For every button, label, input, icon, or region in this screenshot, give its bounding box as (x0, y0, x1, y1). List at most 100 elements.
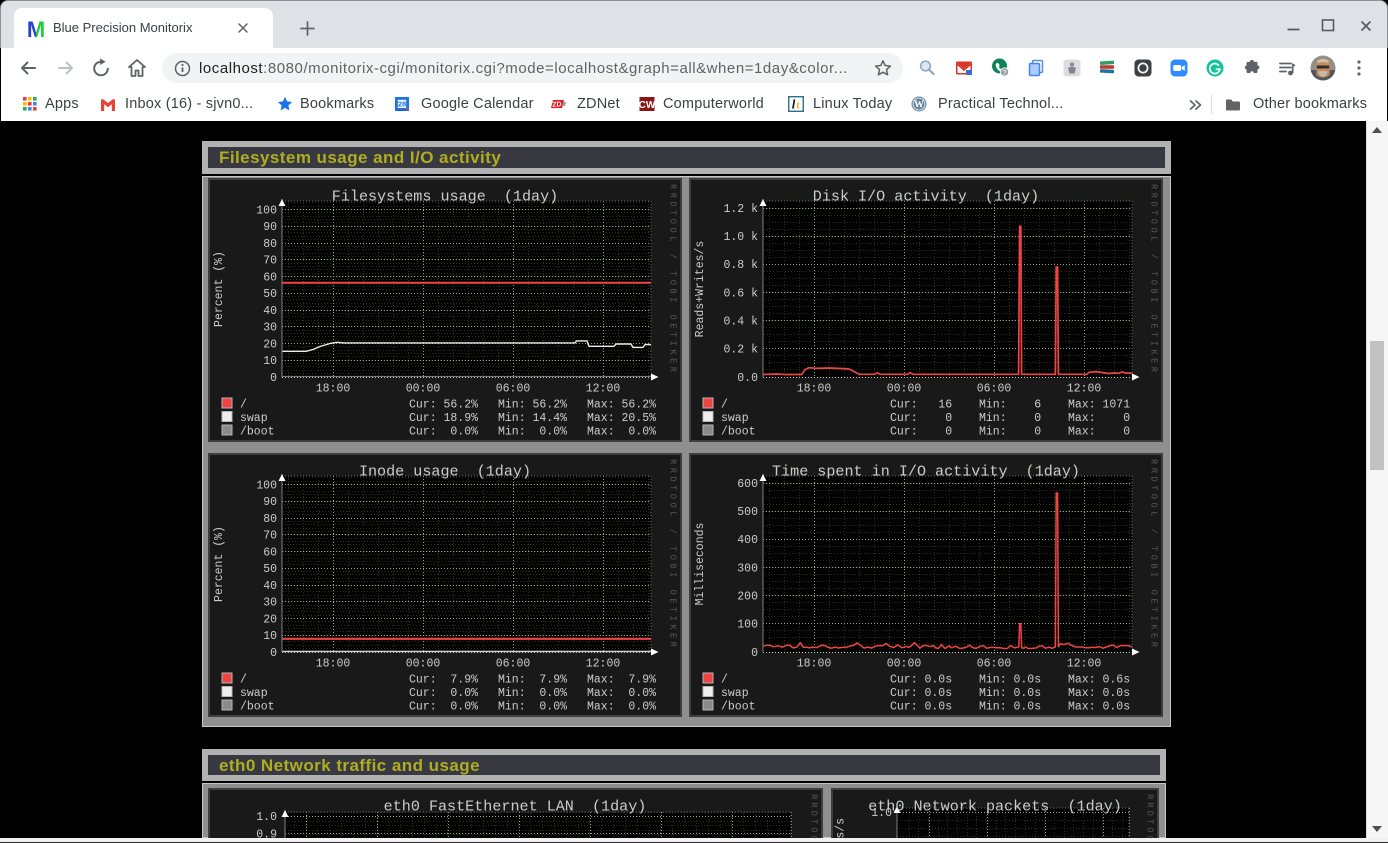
svg-text:Min: 6: Min: 6 (979, 398, 1041, 411)
svg-text:t: t (796, 100, 800, 112)
svg-text:Min: 0.0%: Min: 0.0% (498, 425, 567, 438)
svg-text:/: / (240, 673, 247, 686)
svg-text:Max: 0.0%: Max: 0.0% (587, 700, 656, 713)
svg-text:30: 30 (263, 597, 277, 610)
svg-text:W: W (914, 100, 924, 111)
svg-text:50: 50 (263, 563, 277, 576)
svg-text:0.9: 0.9 (256, 828, 277, 838)
svg-text:Min: 56.2%: Min: 56.2% (498, 398, 567, 411)
svg-text:Cur: 0.0s: Cur: 0.0s (890, 673, 952, 686)
svg-text:Max: 0.0s: Max: 0.0s (1068, 700, 1130, 713)
svg-text:0.0: 0.0 (737, 372, 758, 385)
svg-text:06:00: 06:00 (496, 383, 531, 396)
svg-text:12:00: 12:00 (586, 658, 621, 671)
svg-text:600: 600 (737, 478, 758, 491)
svg-text:Max: 20.5%: Max: 20.5% (587, 412, 656, 425)
svg-text:/boot: /boot (721, 700, 756, 713)
svg-text:1.2 k: 1.2 k (723, 203, 758, 216)
svg-text:Cur: 0.0%: Cur: 0.0% (409, 425, 478, 438)
svg-text:Cur: 0.0s: Cur: 0.0s (890, 700, 952, 713)
svg-text:0.8 k: 0.8 k (723, 259, 758, 272)
svg-text:0.2 k: 0.2 k (723, 344, 758, 357)
svg-text:Min: 0.0s: Min: 0.0s (979, 673, 1041, 686)
svg-text:100: 100 (737, 619, 758, 632)
svg-text:/: / (721, 398, 728, 411)
svg-text:0: 0 (751, 647, 758, 660)
svg-text:18:00: 18:00 (797, 658, 832, 671)
svg-text:Packets/s: Packets/s (835, 818, 848, 838)
svg-text:100: 100 (256, 479, 277, 492)
svg-text:swap: swap (721, 412, 749, 425)
svg-text:20: 20 (263, 613, 277, 626)
svg-text:40: 40 (263, 305, 277, 318)
svg-text:00:00: 00:00 (406, 383, 441, 396)
svg-text:Cur: 18.9%: Cur: 18.9% (409, 412, 478, 425)
svg-text:Disk I/O activity (1day): Disk I/O activity (1day) (813, 188, 1039, 206)
svg-text:Max: 0.0%: Max: 0.0% (587, 425, 656, 438)
svg-text:100: 100 (256, 204, 277, 217)
svg-text:10: 10 (263, 355, 277, 368)
svg-text:0: 0 (270, 372, 277, 385)
svg-text:Min: 0.0%: Min: 0.0% (498, 687, 567, 700)
svg-text:00:00: 00:00 (887, 658, 922, 671)
svg-text:70: 70 (263, 255, 277, 268)
svg-text:/boot: /boot (240, 700, 275, 713)
svg-text:1.0: 1.0 (256, 811, 277, 824)
svg-text:80: 80 (263, 513, 277, 526)
svg-text:Reads+Writes/s: Reads+Writes/s (694, 241, 707, 338)
svg-text:/: / (240, 398, 247, 411)
svg-text:10: 10 (263, 630, 277, 643)
svg-text:Cur: 16: Cur: 16 (890, 398, 952, 411)
svg-text:Min: 0: Min: 0 (979, 425, 1041, 438)
svg-text:30: 30 (263, 322, 277, 335)
svg-text:Time spent in I/O activity (1: Time spent in I/O activity (1day) (772, 463, 1080, 481)
svg-text:200: 200 (737, 591, 758, 604)
svg-text:0.4 k: 0.4 k (723, 316, 758, 329)
svg-text:/boot: /boot (240, 425, 275, 438)
svg-text:Percent (%): Percent (%) (213, 526, 226, 602)
svg-text:1.0 k: 1.0 k (723, 231, 758, 244)
svg-text:Min: 0.0s: Min: 0.0s (979, 687, 1041, 700)
svg-text:40: 40 (263, 580, 277, 593)
svg-text:06:00: 06:00 (977, 383, 1012, 396)
svg-text:swap: swap (240, 687, 268, 700)
svg-text:Max: 0: Max: 0 (1068, 412, 1130, 425)
svg-text:18:00: 18:00 (316, 383, 351, 396)
svg-text:06:00: 06:00 (496, 658, 531, 671)
svg-text:Percent (%): Percent (%) (213, 251, 226, 327)
svg-text:60: 60 (263, 546, 277, 559)
svg-text:?: ? (1002, 68, 1006, 77)
svg-text:Milliseconds: Milliseconds (694, 523, 707, 606)
svg-text:M: M (27, 17, 45, 39)
svg-text:0.6 k: 0.6 k (723, 287, 758, 300)
svg-text:Cur: 7.9%: Cur: 7.9% (409, 673, 478, 686)
svg-text:Max: 7.9%: Max: 7.9% (587, 673, 656, 686)
svg-text:300: 300 (737, 562, 758, 575)
svg-text:/boot: /boot (721, 425, 756, 438)
svg-text:eth0 FastEthernet LAN (1day): eth0 FastEthernet LAN (1day) (384, 798, 647, 816)
svg-text:Max: 0: Max: 0 (1068, 425, 1130, 438)
svg-text:06:00: 06:00 (977, 658, 1012, 671)
svg-text:90: 90 (263, 221, 277, 234)
svg-text:Cur: 0.0%: Cur: 0.0% (409, 687, 478, 700)
svg-text:12:00: 12:00 (1067, 383, 1102, 396)
svg-text:l: l (792, 97, 796, 112)
svg-text:70: 70 (263, 530, 277, 543)
svg-text:Min: 14.4%: Min: 14.4% (498, 412, 567, 425)
svg-text:80: 80 (263, 238, 277, 251)
svg-text:Max: 0.0s: Max: 0.0s (1068, 687, 1130, 700)
svg-text:90: 90 (263, 496, 277, 509)
svg-text:20: 20 (263, 338, 277, 351)
svg-text:Filesystems usage (1day): Filesystems usage (1day) (332, 188, 558, 206)
svg-text:50: 50 (263, 288, 277, 301)
svg-text:18:00: 18:00 (316, 658, 351, 671)
svg-text:Min: 0.0%: Min: 0.0% (498, 700, 567, 713)
svg-text:Min: 0.0s: Min: 0.0s (979, 700, 1041, 713)
svg-text:Cur: 56.2%: Cur: 56.2% (409, 398, 478, 411)
svg-text:12:00: 12:00 (586, 383, 621, 396)
svg-text:Cur: 0: Cur: 0 (890, 412, 952, 425)
svg-text:Min: 0: Min: 0 (979, 412, 1041, 425)
svg-text:0: 0 (270, 647, 277, 660)
svg-text:Cur: 0: Cur: 0 (890, 425, 952, 438)
svg-text:28: 28 (398, 100, 406, 109)
